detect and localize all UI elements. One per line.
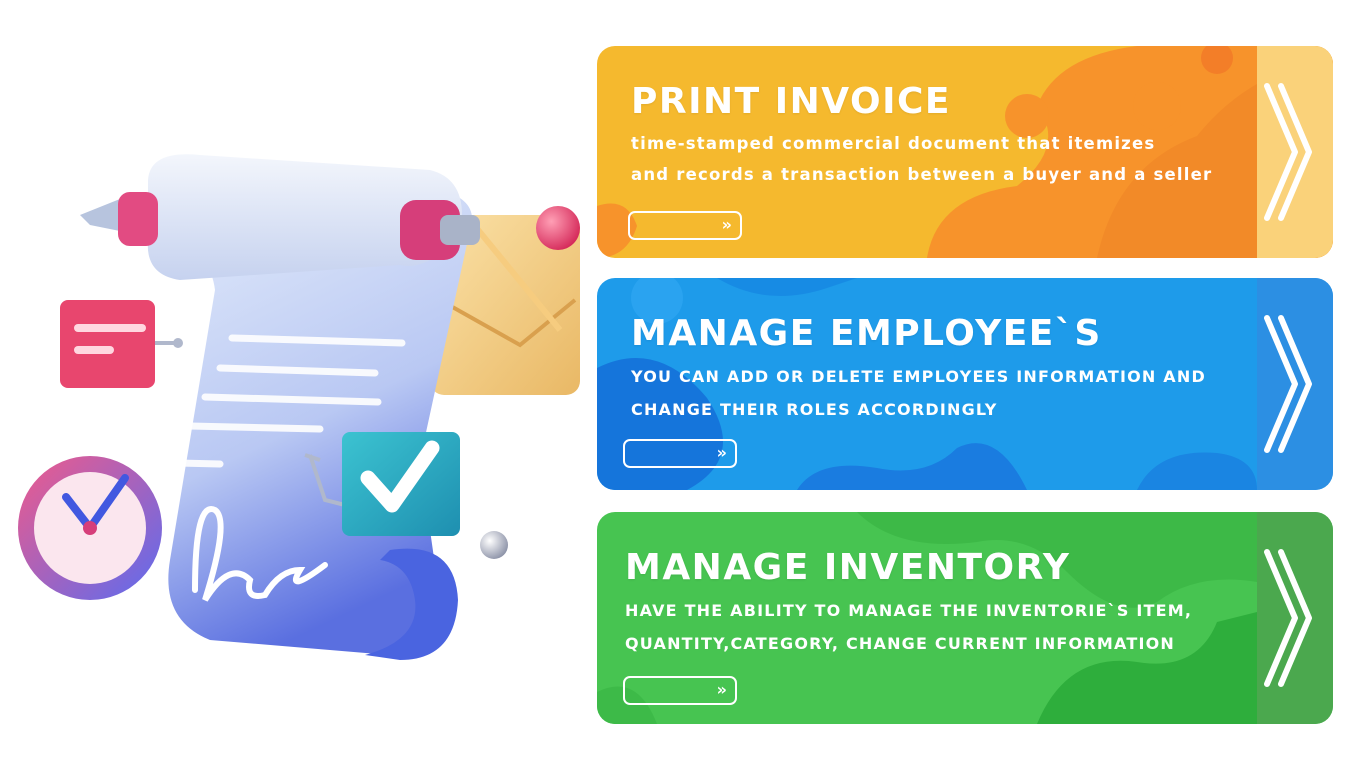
print-invoice-arrow[interactable]	[1257, 46, 1333, 258]
card-title: MANAGE INVENTORY	[625, 547, 1071, 588]
print-invoice-button[interactable]: »	[628, 211, 742, 240]
double-chevron-right-icon	[1264, 83, 1312, 221]
double-chevron-right-icon	[1264, 549, 1312, 687]
card-description: HAVE THE ABILITY TO MANAGE THE INVENTORI…	[625, 601, 1193, 653]
double-chevron-right-icon	[1264, 315, 1312, 453]
card-description: YOU CAN ADD OR DELETE EMPLOYEES INFORMAT…	[631, 367, 1206, 419]
double-chevron-right-icon: »	[716, 443, 727, 462]
ball-icon	[480, 531, 508, 559]
double-chevron-right-icon: »	[716, 680, 727, 699]
card-title: PRINT INVOICE	[631, 81, 951, 122]
manage-inventory-card[interactable]: MANAGE INVENTORY HAVE THE ABILITY TO MAN…	[597, 512, 1333, 724]
manage-inventory-button[interactable]: »	[623, 676, 737, 705]
pin-icon	[536, 206, 580, 250]
manage-employees-arrow[interactable]	[1257, 278, 1333, 490]
manage-employees-card[interactable]: MANAGE EMPLOYEE`S YOU CAN ADD OR DELETE …	[597, 278, 1333, 490]
card-title: MANAGE EMPLOYEE`S	[631, 313, 1102, 354]
double-chevron-right-icon: »	[721, 215, 732, 234]
manage-employees-button[interactable]: »	[623, 439, 737, 468]
note-card-icon	[60, 300, 183, 388]
manage-inventory-arrow[interactable]	[1257, 512, 1333, 724]
card-description: time-stamped commercial document that it…	[631, 134, 1213, 184]
invoice-illustration	[0, 0, 600, 768]
print-invoice-card[interactable]: PRINT INVOICE time-stamped commercial do…	[597, 46, 1333, 258]
clock-icon	[18, 456, 162, 600]
